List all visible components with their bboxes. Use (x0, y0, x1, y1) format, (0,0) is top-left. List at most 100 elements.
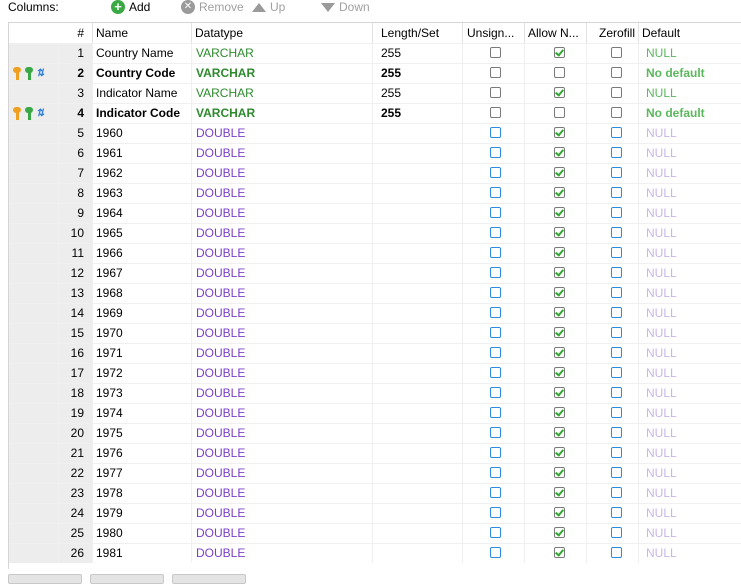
table-row[interactable]: 14 1969 DOUBLE NULL (9, 303, 741, 323)
datatype-cell[interactable]: DOUBLE (192, 344, 373, 363)
row-number[interactable]: 10 (59, 224, 93, 243)
zerofill-checkbox[interactable] (611, 467, 622, 478)
unsigned-checkbox[interactable] (490, 347, 501, 358)
default-cell[interactable]: NULL (639, 84, 741, 103)
table-row[interactable]: 26 1981 DOUBLE NULL (9, 543, 741, 563)
unsigned-checkbox[interactable] (490, 127, 501, 138)
row-number[interactable]: 23 (59, 484, 93, 503)
datatype-cell[interactable]: DOUBLE (192, 544, 373, 563)
row-number[interactable]: 12 (59, 264, 93, 283)
default-cell[interactable]: NULL (639, 244, 741, 263)
table-row[interactable]: 16 1971 DOUBLE NULL (9, 343, 741, 363)
allow-null-checkbox[interactable] (554, 67, 565, 78)
unsigned-checkbox[interactable] (490, 267, 501, 278)
datatype-cell[interactable]: DOUBLE (192, 464, 373, 483)
zerofill-checkbox[interactable] (611, 387, 622, 398)
datatype-cell[interactable]: DOUBLE (192, 184, 373, 203)
unsigned-checkbox[interactable] (490, 547, 501, 558)
allow-null-checkbox[interactable] (554, 447, 565, 458)
length-set-cell[interactable]: 255 (373, 84, 463, 103)
move-up-button[interactable]: Up (252, 0, 285, 14)
length-set-cell[interactable] (373, 164, 463, 183)
zerofill-checkbox[interactable] (611, 287, 622, 298)
default-cell[interactable]: No default (639, 104, 741, 123)
length-set-cell[interactable] (373, 464, 463, 483)
table-row[interactable]: 8 1963 DOUBLE NULL (9, 183, 741, 203)
column-name-cell[interactable]: Country Name (93, 44, 192, 63)
unsigned-checkbox[interactable] (490, 487, 501, 498)
header-datatype[interactable]: Datatype (192, 23, 373, 43)
column-name-cell[interactable]: 1974 (93, 404, 192, 423)
unsigned-checkbox[interactable] (490, 107, 501, 118)
column-name-cell[interactable]: 1968 (93, 284, 192, 303)
header-unsigned[interactable]: Unsign... (463, 23, 525, 43)
unsigned-checkbox[interactable] (490, 307, 501, 318)
default-cell[interactable]: NULL (639, 484, 741, 503)
allow-null-checkbox[interactable] (554, 207, 565, 218)
table-row[interactable]: 9 1964 DOUBLE NULL (9, 203, 741, 223)
datatype-cell[interactable]: DOUBLE (192, 284, 373, 303)
unsigned-checkbox[interactable] (490, 167, 501, 178)
zerofill-checkbox[interactable] (611, 247, 622, 258)
allow-null-checkbox[interactable] (554, 147, 565, 158)
zerofill-checkbox[interactable] (611, 167, 622, 178)
header-length-set[interactable]: Length/Set (373, 23, 463, 43)
move-down-button[interactable]: Down (321, 0, 370, 14)
unsigned-checkbox[interactable] (490, 87, 501, 98)
default-cell[interactable]: NULL (639, 304, 741, 323)
length-set-cell[interactable] (373, 304, 463, 323)
datatype-cell[interactable]: DOUBLE (192, 324, 373, 343)
datatype-cell[interactable]: DOUBLE (192, 204, 373, 223)
length-set-cell[interactable] (373, 544, 463, 563)
table-row[interactable]: 7 1962 DOUBLE NULL (9, 163, 741, 183)
row-number[interactable]: 5 (59, 124, 93, 143)
table-row[interactable]: 18 1973 DOUBLE NULL (9, 383, 741, 403)
column-name-cell[interactable]: 1980 (93, 524, 192, 543)
column-name-cell[interactable]: 1966 (93, 244, 192, 263)
row-number[interactable]: 7 (59, 164, 93, 183)
row-number[interactable]: 13 (59, 284, 93, 303)
allow-null-checkbox[interactable] (554, 347, 565, 358)
table-row[interactable]: 17 1972 DOUBLE NULL (9, 363, 741, 383)
table-row[interactable]: 12 1967 DOUBLE NULL (9, 263, 741, 283)
datatype-cell[interactable]: DOUBLE (192, 164, 373, 183)
allow-null-checkbox[interactable] (554, 407, 565, 418)
column-name-cell[interactable]: 1962 (93, 164, 192, 183)
allow-null-checkbox[interactable] (554, 167, 565, 178)
allow-null-checkbox[interactable] (554, 227, 565, 238)
datatype-cell[interactable]: DOUBLE (192, 244, 373, 263)
length-set-cell[interactable]: 255 (373, 64, 463, 83)
allow-null-checkbox[interactable] (554, 247, 565, 258)
default-cell[interactable]: NULL (639, 404, 741, 423)
zerofill-checkbox[interactable] (611, 367, 622, 378)
default-cell[interactable]: NULL (639, 284, 741, 303)
table-row[interactable]: 20 1975 DOUBLE NULL (9, 423, 741, 443)
header-number[interactable]: # (59, 23, 93, 43)
zerofill-checkbox[interactable] (611, 187, 622, 198)
row-number[interactable]: 2 (59, 64, 93, 83)
length-set-cell[interactable] (373, 244, 463, 263)
length-set-cell[interactable] (373, 444, 463, 463)
column-name-cell[interactable]: 1969 (93, 304, 192, 323)
row-number[interactable]: 18 (59, 384, 93, 403)
allow-null-checkbox[interactable] (554, 507, 565, 518)
bottom-button-1[interactable] (8, 574, 82, 584)
table-row[interactable]: ⇅ 4 Indicator Code VARCHAR 255 No default (9, 103, 741, 123)
default-cell[interactable]: NULL (639, 204, 741, 223)
table-row[interactable]: 11 1966 DOUBLE NULL (9, 243, 741, 263)
length-set-cell[interactable] (373, 484, 463, 503)
length-set-cell[interactable] (373, 264, 463, 283)
datatype-cell[interactable]: DOUBLE (192, 384, 373, 403)
unsigned-checkbox[interactable] (490, 367, 501, 378)
row-number[interactable]: 8 (59, 184, 93, 203)
datatype-cell[interactable]: DOUBLE (192, 424, 373, 443)
table-row[interactable]: 1 Country Name VARCHAR 255 NULL (9, 43, 741, 63)
datatype-cell[interactable]: DOUBLE (192, 224, 373, 243)
length-set-cell[interactable] (373, 184, 463, 203)
datatype-cell[interactable]: VARCHAR (192, 84, 373, 103)
row-number[interactable]: 21 (59, 444, 93, 463)
row-number[interactable]: 16 (59, 344, 93, 363)
default-cell[interactable]: NULL (639, 184, 741, 203)
length-set-cell[interactable] (373, 384, 463, 403)
table-row[interactable]: 3 Indicator Name VARCHAR 255 NULL (9, 83, 741, 103)
